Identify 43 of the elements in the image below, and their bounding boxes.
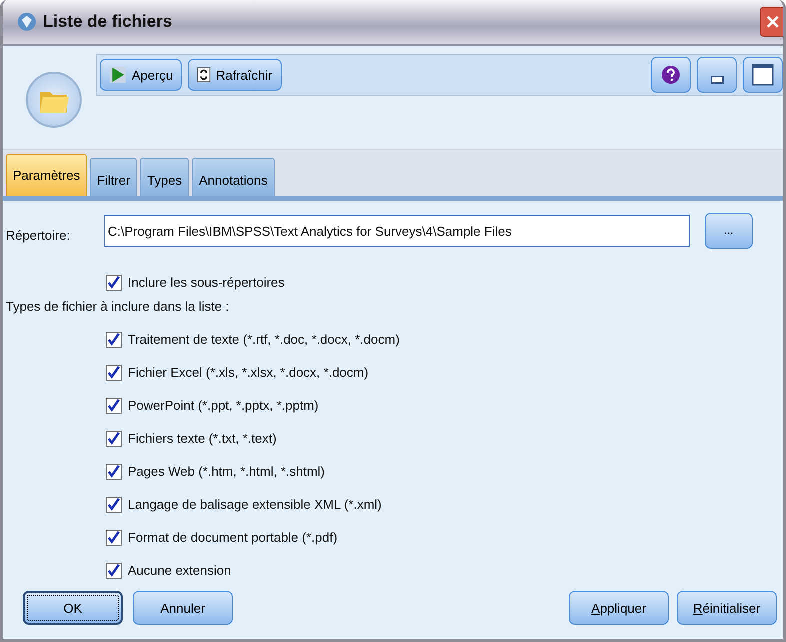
checkbox-label: Fichier Excel (*.xls, *.xlsx, *.docx, *.docm) bbox=[128, 365, 369, 380]
play-icon bbox=[109, 66, 127, 84]
checkbox[interactable] bbox=[106, 430, 122, 446]
toolbar-button[interactable]: Aperçu bbox=[100, 59, 182, 91]
checkbox[interactable] bbox=[106, 398, 122, 414]
checkbox[interactable] bbox=[106, 530, 122, 546]
checkbox[interactable] bbox=[106, 274, 122, 290]
tab[interactable]: Annotations bbox=[192, 158, 275, 196]
close-icon bbox=[766, 15, 780, 29]
help-button[interactable] bbox=[651, 57, 691, 93]
reset-button[interactable]: Réinitialiser bbox=[677, 591, 777, 625]
cancel-button[interactable]: Annuler bbox=[133, 591, 233, 625]
checkbox-label: Traitement de texte (*.rtf, *.doc, *.docx, *.docm) bbox=[128, 332, 400, 347]
checkbox[interactable] bbox=[106, 332, 122, 348]
toolbar-button[interactable]: Rafraîchir bbox=[188, 59, 282, 91]
refresh-icon bbox=[197, 67, 212, 83]
checkbox[interactable] bbox=[106, 364, 122, 380]
checkbox-label: PowerPoint (*.ppt, *.pptx, *.pptm) bbox=[128, 398, 319, 413]
checkbox-label: Pages Web (*.htm, *.html, *.shtml) bbox=[128, 464, 325, 479]
directory-field[interactable]: C:\Program Files\IBM\SPSS\Text Analytics for Surveys\4\Sample Files bbox=[104, 215, 690, 247]
checkbox-label: Fichiers texte (*.txt, *.text) bbox=[128, 431, 277, 446]
minimize-button[interactable] bbox=[697, 57, 737, 93]
minimize-icon bbox=[710, 76, 724, 84]
close-button[interactable] bbox=[760, 7, 783, 37]
section-label: Types de fichier à inclure dans la liste : bbox=[5, 298, 230, 316]
tab[interactable]: Types bbox=[140, 158, 190, 196]
checkbox[interactable] bbox=[106, 464, 122, 480]
tab[interactable]: Filtrer bbox=[90, 158, 138, 196]
maximize-icon bbox=[751, 63, 775, 87]
tab[interactable]: Paramètres bbox=[6, 154, 88, 196]
checkbox-label: Aucune extension bbox=[128, 563, 232, 578]
apply-button[interactable]: Appliquer bbox=[569, 591, 669, 625]
maximize-button[interactable] bbox=[743, 57, 783, 93]
directory-label: Répertoire: bbox=[6, 226, 72, 242]
checkbox-label: Inclure les sous-répertoires bbox=[128, 275, 285, 290]
help-icon bbox=[661, 65, 681, 85]
checkbox[interactable] bbox=[106, 496, 122, 512]
checkbox[interactable] bbox=[106, 562, 122, 578]
checkbox-label: Langage de balisage extensible XML (*.xml) bbox=[128, 497, 382, 512]
ok-button[interactable]: OK bbox=[23, 591, 123, 625]
checkbox-label: Format de document portable (*.pdf) bbox=[128, 530, 338, 545]
window-title: Liste de fichiers bbox=[43, 12, 174, 32]
browse-button[interactable]: ... bbox=[705, 213, 753, 249]
